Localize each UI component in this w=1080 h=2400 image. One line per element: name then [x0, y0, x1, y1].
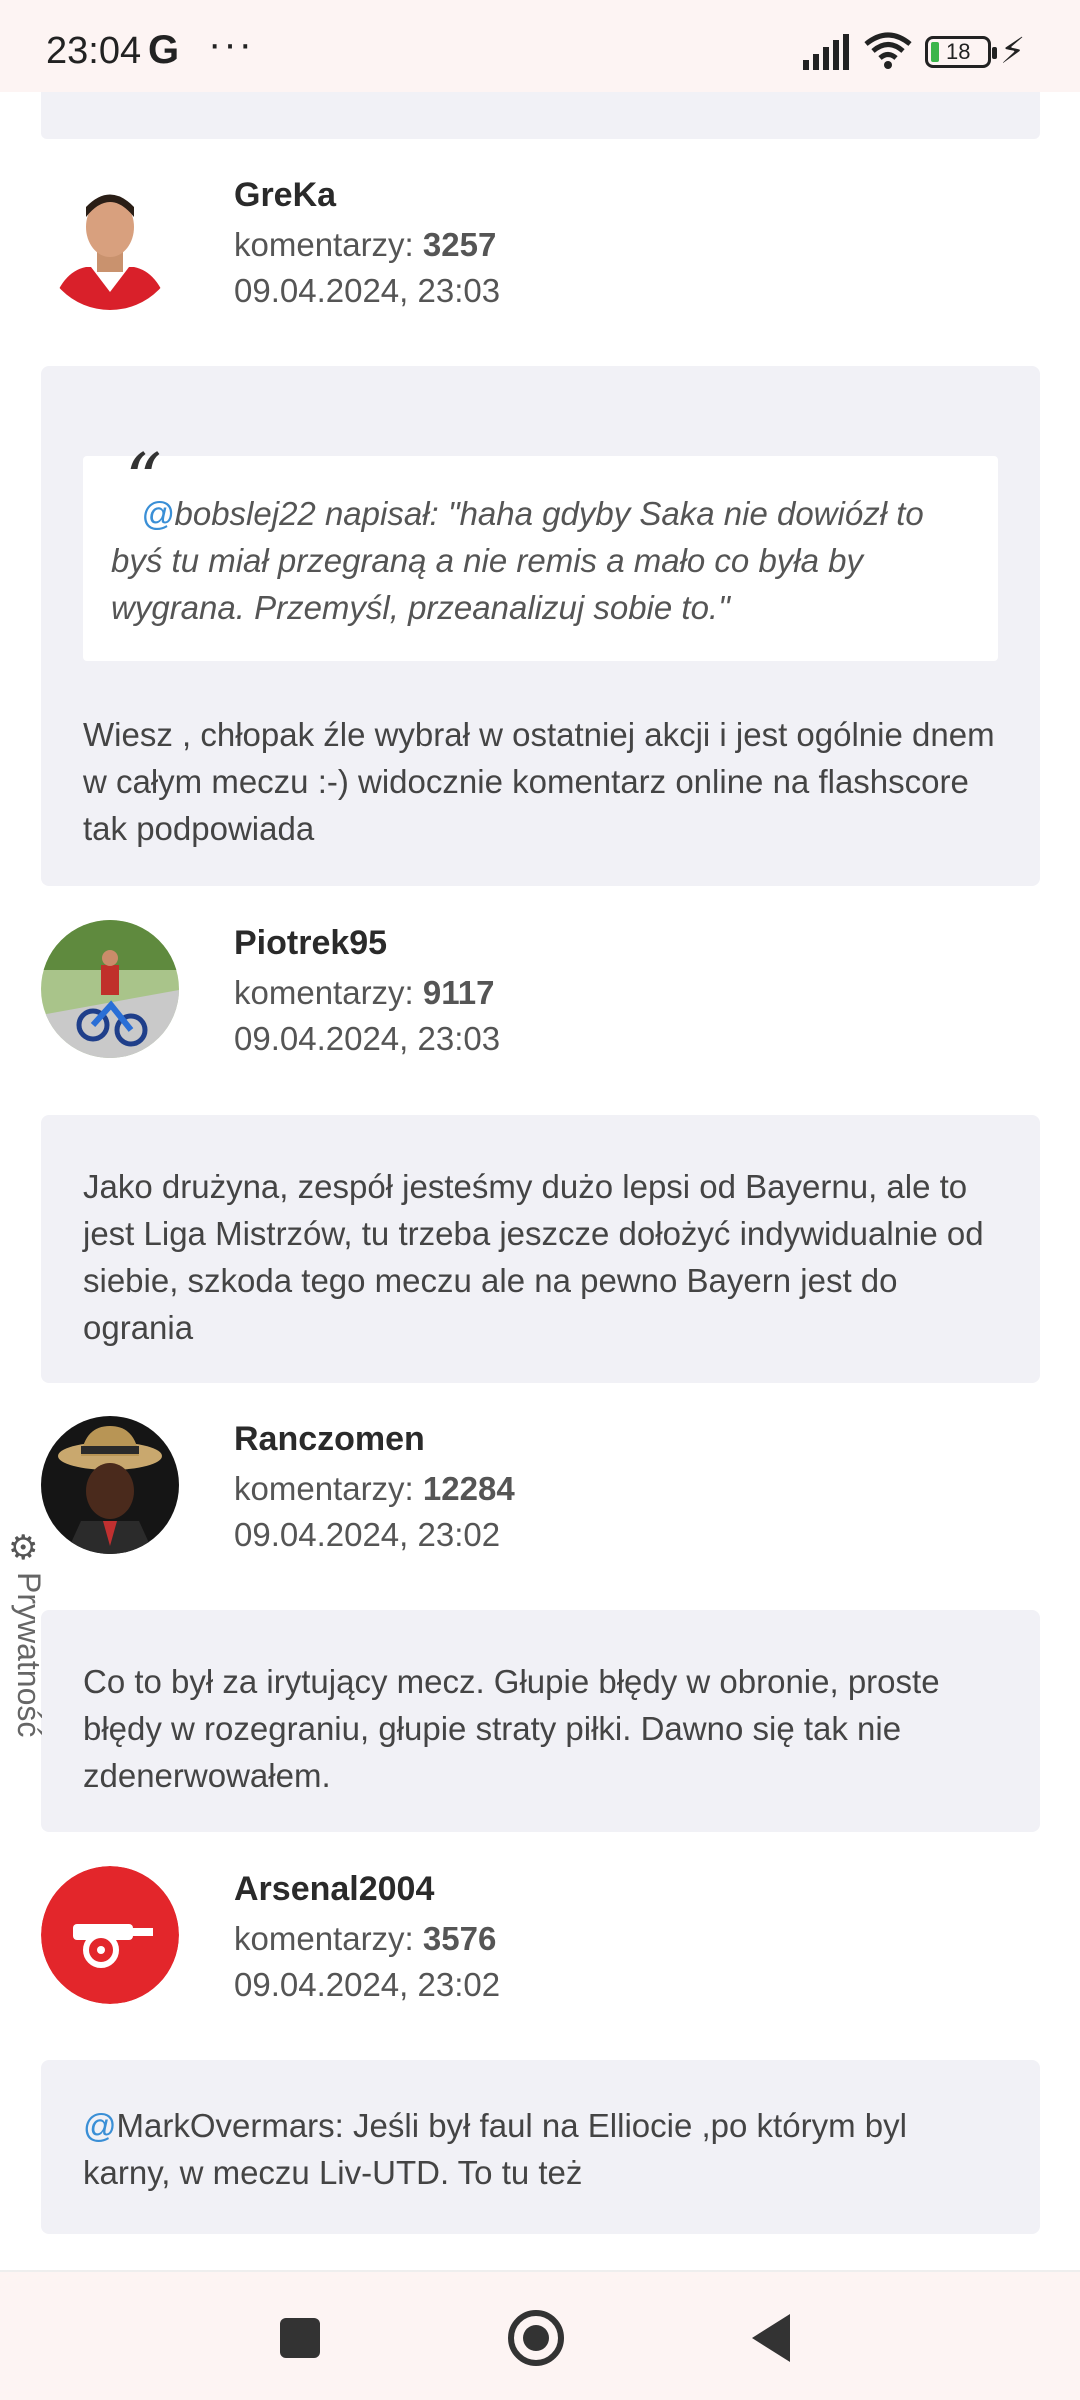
avatar[interactable] — [41, 920, 179, 1058]
quote-text: @bobslej22 napisał: "haha gdyby Saka nie… — [111, 490, 970, 631]
google-icon: G — [148, 28, 180, 72]
comment-text: Wiesz , chłopak źle wybrał w ostatniej a… — [83, 716, 995, 847]
back-button[interactable] — [752, 2314, 790, 2362]
quote-mark-icon: “ — [125, 438, 162, 522]
comment-count-label: komentarzy: — [234, 1470, 414, 1507]
username[interactable]: GreKa — [234, 176, 336, 215]
mention-at[interactable]: @ — [83, 2107, 117, 2144]
comment-date: 09.04.2024, 23:03 — [234, 1020, 501, 1057]
comment-body-card: Jako drużyna, zespół jesteśmy dużo lepsi… — [41, 1115, 1040, 1383]
comment-date: 09.04.2024, 23:03 — [234, 272, 501, 309]
comment-count: komentarzy: 9117 — [234, 974, 495, 1012]
charging-icon: ⚡ — [1000, 30, 1026, 71]
quote-content: bobslej22 napisał: "haha gdyby Saka nie … — [111, 495, 924, 626]
comment-count-label: komentarzy: — [234, 1920, 414, 1957]
status-time: 23:04 — [46, 30, 142, 72]
battery-icon: 18 — [925, 36, 997, 68]
avatar[interactable] — [41, 172, 179, 310]
comment-date: 09.04.2024, 23:02 — [234, 1516, 501, 1553]
comment-count-value: 3576 — [422, 1920, 497, 1957]
comment-count: komentarzy: 3576 — [234, 1920, 496, 1958]
previous-comment-card — [41, 92, 1040, 139]
status-bar: 23:04 G ··· 18 ⚡ — [0, 0, 1080, 92]
wifi-icon — [864, 32, 912, 69]
comment-header: GreKa komentarzy: 3257 09.04.2024, 23:03 — [41, 172, 1040, 352]
privacy-label: Prywatność — [11, 1572, 47, 1738]
comment-count: komentarzy: 3257 — [234, 226, 496, 264]
username[interactable]: Ranczomen — [234, 1420, 425, 1459]
comment-body-card: @MarkOvermars: Jeśli był faul na Ellioci… — [41, 2060, 1040, 2234]
more-notifications-icon: ··· — [208, 22, 254, 66]
signal-icon — [803, 34, 849, 70]
battery-level: 18 — [946, 39, 971, 64]
avatar[interactable] — [41, 1866, 179, 2004]
comment-text: Co to był za irytujący mecz. Głupie błęd… — [83, 1663, 940, 1794]
comment-text: Jako drużyna, zespół jesteśmy dużo lepsi… — [83, 1168, 984, 1346]
username[interactable]: Arsenal2004 — [234, 1870, 434, 1909]
comment-body-card: “ @bobslej22 napisał: "haha gdyby Saka n… — [41, 366, 1040, 886]
comment-header: Ranczomen komentarzy: 12284 09.04.2024, … — [41, 1416, 1040, 1596]
comment-count: komentarzy: 12284 — [234, 1470, 515, 1508]
comment-content: MarkOvermars: Jeśli był faul na Elliocie… — [83, 2107, 907, 2191]
comment-text: @MarkOvermars: Jeśli był faul na Ellioci… — [83, 2102, 998, 2196]
comment-count-value: 12284 — [422, 1470, 515, 1507]
comment-date: 09.04.2024, 23:02 — [234, 1966, 501, 2003]
username[interactable]: Piotrek95 — [234, 924, 387, 963]
navigation-bar — [0, 2270, 1080, 2400]
comment-count-value: 9117 — [422, 974, 495, 1011]
comment-header: Arsenal2004 komentarzy: 3576 09.04.2024,… — [41, 1866, 1040, 2046]
recent-apps-button[interactable] — [280, 2318, 320, 2358]
home-button[interactable] — [508, 2310, 564, 2366]
comment-count-value: 3257 — [422, 226, 497, 263]
quote-box: “ @bobslej22 napisał: "haha gdyby Saka n… — [83, 438, 998, 661]
comment-count-label: komentarzy: — [234, 974, 414, 1011]
comment-body-card: Co to był za irytujący mecz. Głupie błęd… — [41, 1610, 1040, 1832]
avatar[interactable] — [41, 1416, 179, 1554]
privacy-settings-tab[interactable]: ⚙ Prywatność — [6, 1528, 47, 1748]
comment-header: Piotrek95 komentarzy: 9117 09.04.2024, 2… — [41, 920, 1040, 1100]
gear-icon: ⚙ — [8, 1529, 39, 1567]
comment-count-label: komentarzy: — [234, 226, 414, 263]
